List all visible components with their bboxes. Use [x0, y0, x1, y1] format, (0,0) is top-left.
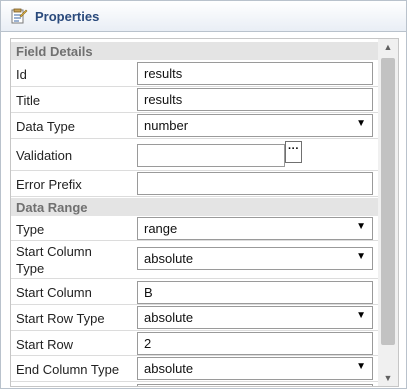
row-start-row-type: Start Row Type absolute ▼ — [11, 305, 378, 331]
section-header-data-range: Data Range — [11, 198, 378, 216]
properties-panel: Properties Field Details Id results Titl… — [0, 0, 407, 389]
error-prefix-label: Error Prefix — [16, 177, 82, 192]
row-data-type: Data Type number ▼ — [11, 113, 378, 139]
type-select[interactable]: range ▼ — [137, 217, 373, 240]
row-start-column-type: Start Column Type absolute ▼ — [11, 241, 378, 279]
row-title: Title results — [11, 87, 378, 113]
id-label: Id — [16, 67, 27, 82]
start-column-label: Start Column — [16, 285, 92, 300]
scrollbar-thumb[interactable] — [381, 58, 395, 345]
type-label: Type — [16, 222, 45, 237]
id-input[interactable]: results — [137, 62, 373, 85]
title-label: Title — [16, 93, 41, 108]
start-row-label: Start Row — [16, 337, 74, 352]
property-grid: Field Details Id results Title results D… — [10, 38, 399, 387]
end-column-type-label: End Column Type — [16, 362, 120, 377]
row-end-column-type: End Column Type absolute ▼ — [11, 356, 378, 382]
validation-browse-button[interactable]: ··· — [285, 141, 302, 163]
properties-sheet-icon — [10, 7, 28, 25]
row-id: Id results — [11, 61, 378, 87]
start-column-type-select[interactable]: absolute ▼ — [137, 247, 373, 270]
error-prefix-input[interactable] — [137, 172, 373, 195]
row-type: Type range ▼ — [11, 217, 378, 241]
validation-input[interactable] — [137, 144, 285, 167]
start-column-type-label: Start Column Type — [16, 244, 92, 276]
data-type-value: number — [144, 118, 189, 133]
data-type-label: Data Type — [16, 119, 76, 134]
row-validation: Validation ··· — [11, 139, 378, 171]
next-field-input[interactable] — [137, 384, 373, 386]
chevron-down-icon: ▼ — [356, 118, 366, 129]
row-start-column: Start Column B — [11, 279, 378, 305]
section-header-field-details: Field Details — [11, 42, 378, 60]
scroll-up-icon[interactable]: ▲ — [378, 39, 398, 55]
end-column-type-value: absolute — [144, 361, 194, 376]
validation-label: Validation — [16, 148, 73, 163]
data-type-select[interactable]: number ▼ — [137, 114, 373, 137]
chevron-down-icon: ▼ — [356, 251, 366, 262]
type-value: range — [144, 221, 178, 236]
row-error-prefix: Error Prefix — [11, 171, 378, 197]
scroll-down-icon[interactable]: ▼ — [378, 370, 398, 386]
start-column-type-value: absolute — [144, 251, 194, 266]
row-next-partial — [11, 382, 378, 386]
row-start-row: Start Row 2 — [11, 331, 378, 356]
panel-titlebar: Properties — [1, 1, 406, 32]
start-row-type-value: absolute — [144, 310, 194, 325]
start-row-type-label: Start Row Type — [16, 311, 105, 326]
title-input[interactable]: results — [137, 88, 373, 111]
chevron-down-icon: ▼ — [356, 221, 366, 232]
start-column-input[interactable]: B — [137, 281, 373, 304]
chevron-down-icon: ▼ — [356, 310, 366, 321]
panel-title: Properties — [35, 9, 100, 24]
chevron-down-icon: ▼ — [356, 361, 366, 372]
end-column-type-select[interactable]: absolute ▼ — [137, 357, 373, 380]
start-row-type-select[interactable]: absolute ▼ — [137, 306, 373, 329]
vertical-scrollbar[interactable]: ▲ ▼ — [378, 39, 398, 386]
start-row-input[interactable]: 2 — [137, 332, 373, 355]
